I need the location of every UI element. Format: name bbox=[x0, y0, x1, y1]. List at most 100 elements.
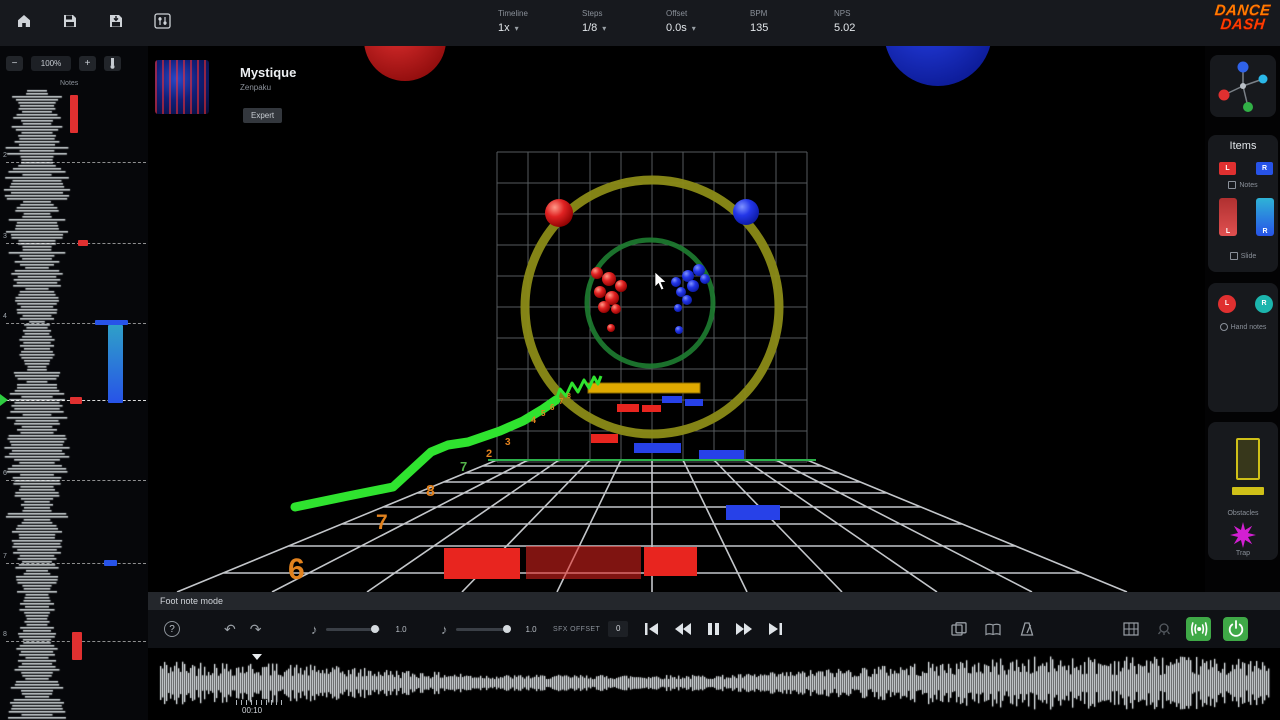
foot-note-blue bbox=[634, 443, 681, 453]
playhead-arrow[interactable] bbox=[0, 394, 8, 406]
sfx-volume-icon: ♪ bbox=[441, 622, 448, 637]
slide-item-label: Slide bbox=[1208, 252, 1278, 260]
timeline-note-blue[interactable] bbox=[104, 560, 117, 566]
difficulty-badge[interactable]: Expert bbox=[243, 108, 282, 123]
power-toggle-button[interactable] bbox=[1223, 617, 1248, 641]
timeline-note-red[interactable] bbox=[70, 95, 78, 133]
editor-viewport[interactable]: 6 7 8 7 2 3 4 5 6 7 8 Mystique Zenpaku E… bbox=[148, 46, 1205, 592]
song-waveform[interactable] bbox=[148, 648, 1280, 720]
measure-number: 8 bbox=[3, 631, 7, 638]
foot-note-blue bbox=[662, 396, 682, 403]
save-as-button[interactable] bbox=[106, 11, 126, 31]
vertical-waveform[interactable] bbox=[0, 46, 148, 720]
zoom-in-button[interactable]: + bbox=[79, 56, 96, 71]
notes-item-label: Notes bbox=[1208, 181, 1278, 189]
logo-line-2: DASH bbox=[1213, 18, 1270, 32]
chevron-down-icon: ▾ bbox=[515, 24, 519, 33]
music-volume-value: 1.0 bbox=[396, 625, 407, 634]
steps-label: Steps bbox=[582, 9, 626, 18]
zoom-level[interactable]: 100% bbox=[31, 56, 71, 71]
stage-light-button[interactable] bbox=[1154, 619, 1174, 639]
copy-section-button[interactable] bbox=[948, 619, 970, 639]
waveform-timestamp: 00:10 bbox=[242, 706, 262, 715]
beat-number: 7 bbox=[376, 511, 388, 534]
metronome-button[interactable] bbox=[1016, 619, 1038, 639]
timeline-note-red[interactable] bbox=[70, 397, 82, 404]
hand-note-left-item[interactable]: L bbox=[1218, 295, 1236, 313]
bpm-label: BPM bbox=[750, 9, 794, 18]
mode-bar: Foot note mode bbox=[148, 592, 1280, 610]
bpm-display: BPM 135 bbox=[750, 9, 794, 34]
measure-line bbox=[6, 162, 146, 163]
ambient-blue-sphere bbox=[884, 46, 992, 86]
slide-right-item[interactable]: R bbox=[1256, 198, 1274, 236]
follow-playhead-button[interactable] bbox=[104, 56, 121, 71]
beat-number: 3 bbox=[505, 437, 511, 448]
note-left-item[interactable]: L bbox=[1219, 162, 1236, 175]
song-artist: Zenpaku bbox=[240, 83, 271, 92]
zoom-controls: − 100% + bbox=[0, 54, 154, 72]
slide-icon bbox=[1230, 252, 1238, 260]
sfx-offset-value[interactable]: 0 bbox=[608, 621, 628, 637]
rewind-button[interactable] bbox=[672, 620, 694, 638]
trap-item[interactable] bbox=[1230, 522, 1256, 548]
offset-value: 0.0s bbox=[666, 22, 687, 34]
beat-number: 8 bbox=[567, 393, 571, 400]
app-root: Timeline 1x▾ Steps 1/8▾ Offset 0.0s▾ BPM… bbox=[0, 0, 1280, 720]
steps-control[interactable]: Steps 1/8▾ bbox=[582, 9, 626, 34]
power-icon bbox=[1224, 617, 1248, 641]
pause-button[interactable] bbox=[704, 620, 723, 638]
sfx-volume-slider[interactable] bbox=[456, 628, 510, 631]
blue-hand-note[interactable] bbox=[733, 199, 759, 225]
offset-control[interactable]: Offset 0.0s▾ bbox=[666, 9, 710, 34]
timeline-value: 1x bbox=[498, 22, 510, 34]
skip-start-button[interactable] bbox=[642, 620, 662, 638]
timeline-sidebar: 2 3 4 6 7 8 − 100% + Notes bbox=[0, 46, 148, 720]
pause-icon bbox=[707, 623, 720, 635]
obstacles-label: Obstacles bbox=[1208, 510, 1278, 517]
note-right-item[interactable]: R bbox=[1256, 162, 1273, 175]
mixer-button[interactable] bbox=[152, 11, 173, 31]
measure-number: 2 bbox=[3, 152, 7, 159]
redo-button[interactable]: ↷ bbox=[250, 621, 262, 638]
timeline-note-red[interactable] bbox=[72, 632, 82, 660]
selected-measure-bar[interactable] bbox=[588, 383, 700, 393]
sound-toggle-button[interactable] bbox=[1186, 617, 1211, 641]
timeline-control[interactable]: Timeline 1x▾ bbox=[498, 9, 542, 34]
foot-note-red bbox=[642, 405, 661, 412]
obstacle-bar-item[interactable] bbox=[1232, 487, 1264, 495]
help-button[interactable]: ? bbox=[164, 621, 180, 637]
hand-note-right-item[interactable]: R bbox=[1255, 295, 1273, 313]
trap-label: Trap bbox=[1208, 550, 1278, 557]
steps-value: 1/8 bbox=[582, 22, 597, 34]
undo-button[interactable]: ↶ bbox=[224, 621, 236, 638]
save-button[interactable] bbox=[60, 11, 80, 31]
timeline-note-red[interactable] bbox=[78, 240, 88, 246]
obstacles-panel: Obstacles Trap bbox=[1208, 422, 1278, 560]
offset-label: Offset bbox=[666, 9, 710, 18]
zoom-out-button[interactable]: − bbox=[6, 56, 23, 71]
fast-forward-button[interactable] bbox=[733, 620, 755, 638]
music-volume-slider[interactable] bbox=[326, 628, 380, 631]
beat-number: 7 bbox=[460, 459, 467, 474]
library-button[interactable] bbox=[982, 620, 1004, 639]
obstacle-wall-item[interactable] bbox=[1236, 438, 1260, 480]
measure-line bbox=[6, 480, 146, 481]
slide-left-item[interactable]: L bbox=[1219, 198, 1237, 236]
home-button[interactable] bbox=[14, 11, 34, 31]
slider-knob[interactable] bbox=[371, 625, 379, 633]
notes-icon bbox=[1228, 181, 1236, 189]
skip-end-button[interactable] bbox=[765, 620, 785, 638]
timeline-slide-blue[interactable] bbox=[108, 325, 123, 403]
orientation-widget[interactable] bbox=[1210, 55, 1276, 117]
beat-number: 5 bbox=[541, 409, 546, 418]
book-icon bbox=[985, 623, 1001, 636]
grid-snap-button[interactable] bbox=[1120, 619, 1142, 639]
slider-knob[interactable] bbox=[503, 625, 511, 633]
foot-note-red bbox=[591, 434, 618, 443]
red-hand-note[interactable] bbox=[545, 199, 573, 227]
chart-stats: Timeline 1x▾ Steps 1/8▾ Offset 0.0s▾ BPM… bbox=[498, 9, 878, 34]
scene-canvas[interactable]: 6 7 8 7 2 3 4 5 6 7 8 bbox=[148, 46, 1205, 592]
waveform-playhead-marker[interactable] bbox=[252, 654, 262, 660]
waveform-ruler-ticks bbox=[236, 700, 282, 705]
